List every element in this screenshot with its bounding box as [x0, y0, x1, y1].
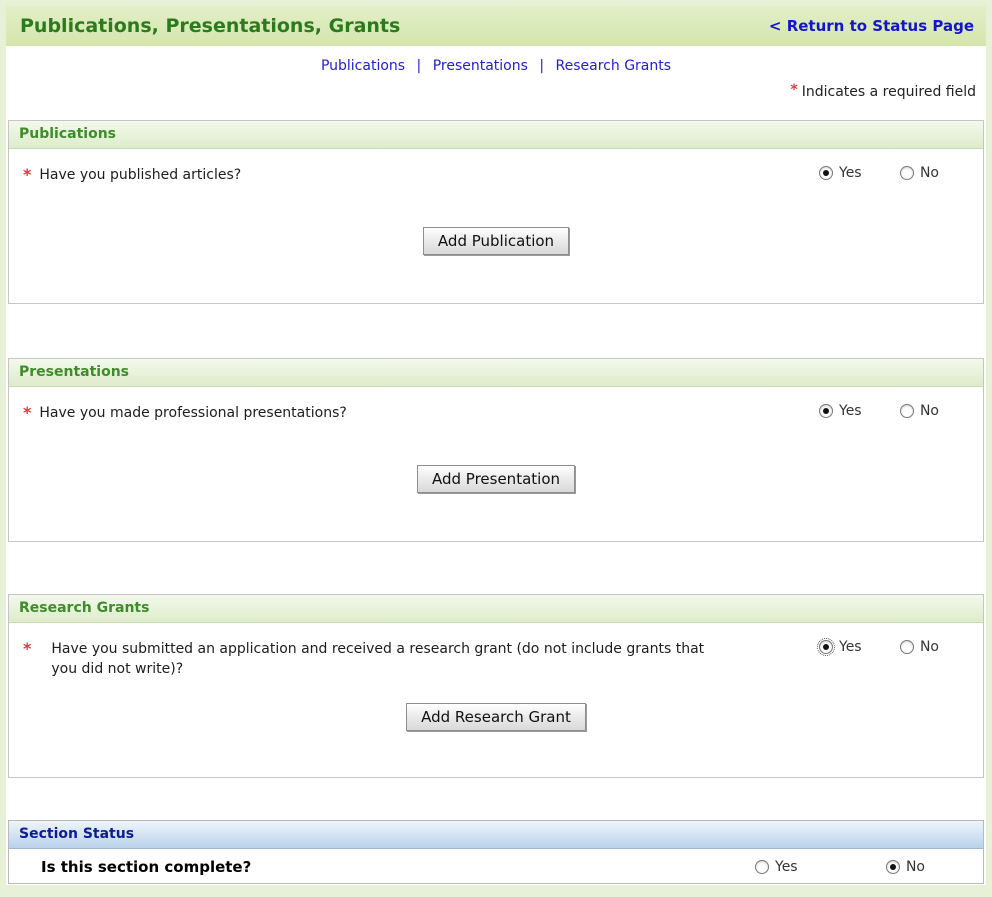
publications-radio-group: Yes No	[819, 165, 939, 181]
no-label: No	[920, 639, 939, 655]
research-grants-button-row: Add Research Grant	[23, 703, 969, 731]
yes-label: Yes	[839, 639, 862, 655]
nav-separator: |	[417, 58, 422, 74]
radio-yes-icon[interactable]	[819, 404, 833, 418]
status-yes-option[interactable]: Yes	[755, 859, 798, 875]
presentations-section: Presentations * Have you made profession…	[8, 358, 984, 542]
required-asterisk: *	[790, 82, 797, 98]
presentations-question: Have you made professional presentations…	[39, 403, 819, 423]
required-field-note: * Indicates a required field	[6, 84, 986, 104]
required-note-text: Indicates a required field	[802, 84, 976, 100]
radio-no-icon[interactable]	[900, 166, 914, 180]
required-asterisk: *	[23, 403, 31, 422]
yes-label: Yes	[839, 165, 862, 181]
research-grants-section-body: * Have you submitted an application and …	[9, 639, 983, 731]
research-grants-radio-group: Yes No	[819, 639, 939, 655]
publications-button-row: Add Publication	[23, 227, 969, 255]
required-asterisk: *	[23, 639, 31, 658]
presentations-radio-group: Yes No	[819, 403, 939, 419]
publications-no-option[interactable]: No	[900, 165, 939, 181]
publications-yes-option[interactable]: Yes	[819, 165, 862, 181]
publications-question: Have you published articles?	[39, 165, 819, 185]
radio-yes-icon[interactable]	[819, 166, 833, 180]
presentations-yes-option[interactable]: Yes	[819, 403, 862, 419]
radio-no-icon[interactable]	[886, 860, 900, 874]
no-label: No	[906, 859, 925, 875]
yes-label: Yes	[839, 403, 862, 419]
presentations-button-row: Add Presentation	[23, 465, 969, 493]
section-status-title: Section Status	[9, 821, 983, 849]
presentations-section-body: * Have you made professional presentatio…	[9, 403, 983, 493]
radio-yes-icon[interactable]	[755, 860, 769, 874]
no-label: No	[920, 403, 939, 419]
section-status-question-row: Is this section complete? Yes No	[9, 849, 983, 876]
presentations-no-option[interactable]: No	[900, 403, 939, 419]
nav-link-research-grants[interactable]: Research Grants	[556, 58, 672, 74]
presentations-question-row: * Have you made professional presentatio…	[23, 403, 969, 423]
publications-section: Publications * Have you published articl…	[8, 120, 984, 304]
publications-question-row: * Have you published articles? Yes No	[23, 165, 969, 185]
research-grants-no-option[interactable]: No	[900, 639, 939, 655]
section-status-box: Section Status Is this section complete?…	[8, 820, 984, 884]
research-grants-section-title: Research Grants	[9, 595, 983, 623]
add-research-grant-button[interactable]: Add Research Grant	[406, 703, 586, 731]
radio-no-icon[interactable]	[900, 404, 914, 418]
research-grants-question: Have you submitted an application and re…	[51, 639, 711, 679]
required-asterisk: *	[23, 165, 31, 184]
publications-section-title: Publications	[9, 121, 983, 149]
section-status-question: Is this section complete?	[41, 858, 755, 876]
nav-link-presentations[interactable]: Presentations	[433, 58, 528, 74]
no-label: No	[920, 165, 939, 181]
section-status-radio-group: Yes No	[755, 859, 925, 875]
section-nav: Publications | Presentations | Research …	[6, 58, 986, 78]
return-to-status-link[interactable]: < Return to Status Page	[769, 17, 974, 35]
yes-label: Yes	[775, 859, 798, 875]
research-grants-section: Research Grants * Have you submitted an …	[8, 594, 984, 778]
page-header: Publications, Presentations, Grants < Re…	[6, 6, 986, 46]
publications-section-body: * Have you published articles? Yes No Ad…	[9, 165, 983, 255]
research-grants-yes-option[interactable]: Yes	[819, 639, 862, 655]
nav-link-publications[interactable]: Publications	[321, 58, 405, 74]
status-no-option[interactable]: No	[886, 859, 925, 875]
radio-yes-icon[interactable]	[819, 640, 833, 654]
page-title: Publications, Presentations, Grants	[20, 15, 400, 37]
nav-separator: |	[539, 58, 544, 74]
add-publication-button[interactable]: Add Publication	[423, 227, 569, 255]
radio-no-icon[interactable]	[900, 640, 914, 654]
research-grants-question-row: * Have you submitted an application and …	[23, 639, 969, 679]
add-presentation-button[interactable]: Add Presentation	[417, 465, 575, 493]
presentations-section-title: Presentations	[9, 359, 983, 387]
page: Publications, Presentations, Grants < Re…	[6, 6, 986, 885]
